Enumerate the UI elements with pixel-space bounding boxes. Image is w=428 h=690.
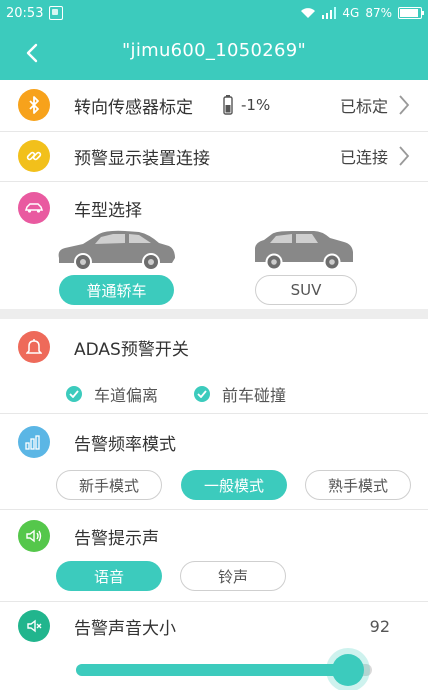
sound-ringtone-button[interactable]: 铃声 [180,561,286,591]
bluetooth-icon [18,89,50,121]
signal-icon [322,7,337,19]
display-connection-row[interactable]: 预警显示装置连接 已连接 [0,132,428,182]
nav-bar: "jimu600_1050269" [0,26,428,80]
lane-departure-checkbox[interactable]: 车道偏离 [66,382,158,406]
chevron-right-icon [399,146,410,166]
vehicle-type-section: 车型选择 普通轿车 SUV [0,182,428,309]
alarm-volume-section: 告警声音大小 92 [0,602,428,690]
status-bar: 20:53 4G 87% [0,0,428,26]
speaker-icon [18,520,50,552]
alarm-sound-section: 告警提示声 语音 铃声 [0,510,428,602]
volume-icon [18,610,50,642]
vehicle-type-label: 车型选择 [74,200,142,221]
alarm-frequency-section: 告警频率模式 新手模式 一般模式 熟手模式 [0,414,428,510]
adas-section: ADAS预警开关 车道偏离 前车碰撞 [0,319,428,414]
wifi-icon [301,8,316,18]
alarm-volume-label: 告警声音大小 [74,618,176,639]
volume-slider[interactable] [76,654,372,686]
volume-value: 92 [369,616,390,636]
chevron-right-icon [399,95,410,115]
forward-collision-label: 前车碰撞 [222,386,287,405]
section-divider [0,309,428,319]
car-icon [18,192,50,224]
alarm-sound-label: 告警提示声 [74,528,159,549]
check-icon [66,386,82,402]
display-connection-label: 预警显示装置连接 [74,148,210,169]
battery-level-value: -1% [241,96,271,114]
connection-status: 已连接 [339,148,388,167]
status-time: 20:53 [6,5,44,21]
check-icon [194,386,210,402]
forward-collision-checkbox[interactable]: 前车碰撞 [194,382,286,406]
network-type: 4G [342,6,360,20]
link-icon [18,140,50,172]
bar-chart-icon [18,426,50,458]
battery-level-icon [223,95,233,115]
app-notification-icon [49,6,64,20]
vehicle-option-suv[interactable]: SUV [255,275,357,305]
vehicle-option-sedan[interactable]: 普通轿车 [59,275,174,305]
battery-icon [398,7,424,19]
sound-voice-button[interactable]: 语音 [56,561,162,591]
lane-departure-label: 车道偏离 [94,386,159,405]
sedan-image[interactable] [55,228,177,272]
adas-label: ADAS预警开关 [74,339,189,360]
page-title: "jimu600_1050269" [121,40,307,61]
mode-normal-button[interactable]: 一般模式 [181,470,287,500]
sensor-calibration-row[interactable]: 转向传感器标定 -1% 已标定 [0,80,428,132]
mode-expert-button[interactable]: 熟手模式 [305,470,411,500]
bell-icon [18,331,50,363]
suv-image[interactable] [252,230,356,272]
alarm-frequency-label: 告警频率模式 [74,434,176,455]
calibration-status: 已标定 [339,97,388,116]
mode-beginner-button[interactable]: 新手模式 [56,470,162,500]
battery-percent: 87% [365,6,392,20]
volume-slider-fill [76,664,349,676]
sensor-calibration-label: 转向传感器标定 [74,97,193,118]
